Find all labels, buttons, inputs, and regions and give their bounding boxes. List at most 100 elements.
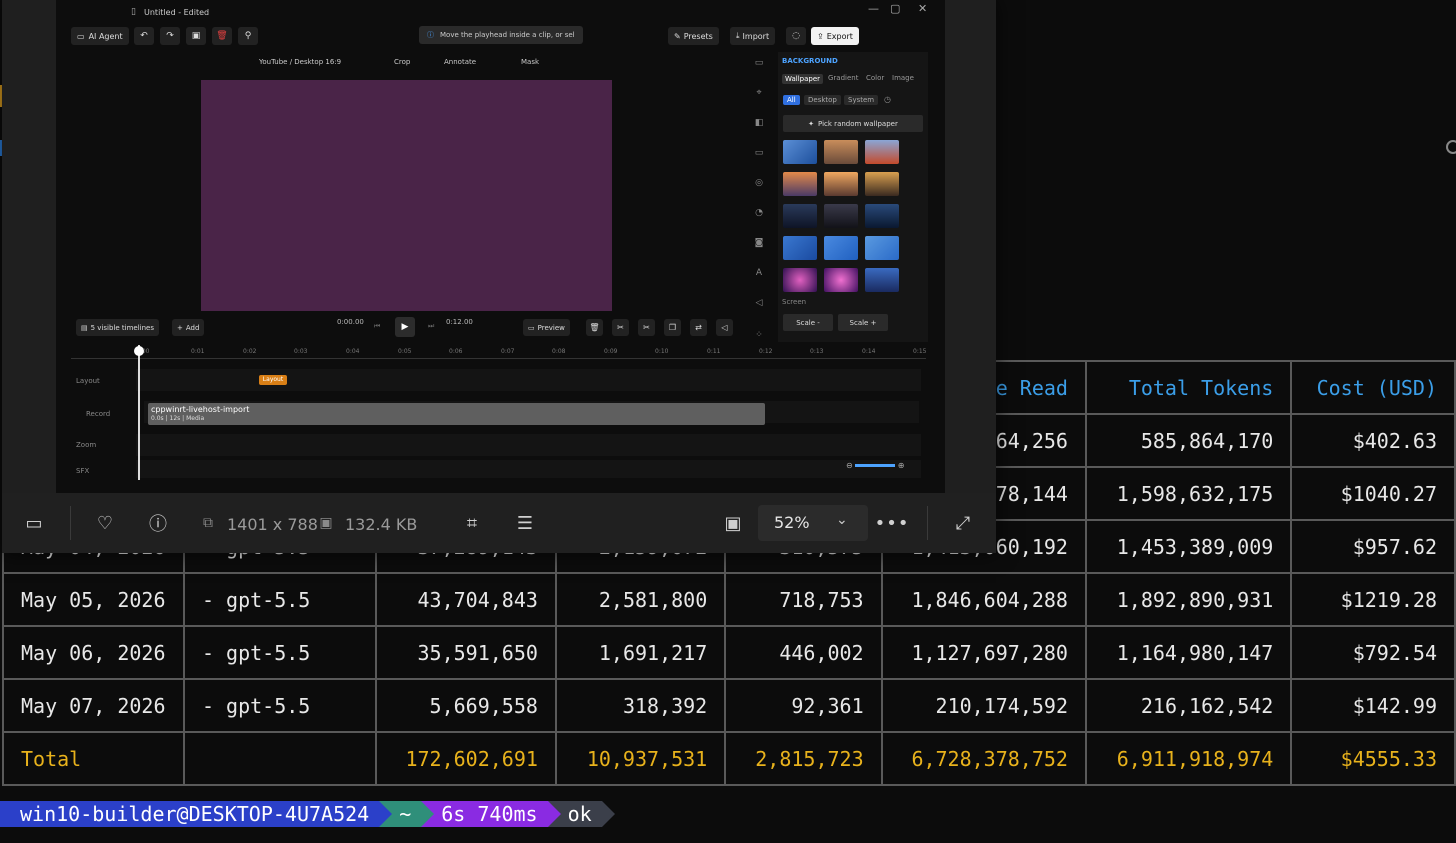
- hint-text: Move the playhead inside a clip, or sel: [440, 31, 575, 39]
- wallpaper-thumb[interactable]: [865, 268, 899, 292]
- tab-gradient[interactable]: Gradient: [828, 74, 858, 82]
- play-button[interactable]: ▶: [395, 317, 415, 337]
- camera-tool-icon[interactable]: ◙: [753, 238, 765, 248]
- text-tool-icon[interactable]: A: [753, 268, 765, 278]
- track-label-zoom: Zoom: [76, 441, 97, 449]
- annotate-button[interactable]: Annotate: [444, 58, 476, 66]
- wallpaper-thumb[interactable]: [783, 268, 817, 292]
- presets-button[interactable]: ✎ Presets: [668, 27, 719, 45]
- wallpaper-thumb[interactable]: [783, 140, 817, 164]
- wallpaper-thumb[interactable]: [783, 172, 817, 196]
- record-clip[interactable]: cppwinrt-livehost-import 0.0s | 12s | Me…: [148, 403, 765, 425]
- scale-up-button[interactable]: Scale +: [838, 314, 888, 331]
- mask-button[interactable]: Mask: [521, 58, 539, 66]
- sfx-track[interactable]: [136, 460, 921, 478]
- chip-system[interactable]: System: [844, 95, 879, 105]
- delete-icon[interactable]: 🗑: [212, 27, 232, 45]
- date-cell: May 06, 2026: [2, 625, 185, 680]
- wallpaper-thumb[interactable]: [865, 204, 899, 228]
- export-button[interactable]: ⇪ Export: [811, 27, 859, 45]
- layout-marker[interactable]: Layout: [259, 375, 287, 385]
- maximize-icon[interactable]: ▢: [890, 2, 900, 15]
- info-icon[interactable]: ⓘ: [147, 512, 169, 535]
- mute-icon[interactable]: ◁: [716, 319, 733, 336]
- wallpaper-thumb[interactable]: [824, 204, 858, 228]
- timeline-zoom-slider[interactable]: ⊖ ⊕: [846, 461, 905, 470]
- output-cell: 1,691,217: [554, 625, 727, 680]
- wallpaper-thumb[interactable]: [783, 236, 817, 260]
- wallpaper-thumb[interactable]: [865, 236, 899, 260]
- webcam-tool-icon[interactable]: ◧: [753, 118, 765, 128]
- cost-cell: $142.99: [1290, 678, 1456, 733]
- cost-cell: $402.63: [1290, 413, 1456, 468]
- layout-track[interactable]: [136, 369, 921, 391]
- heart-icon[interactable]: ♡: [94, 512, 116, 534]
- fullscreen-icon[interactable]: ⤢: [952, 512, 974, 534]
- undo-icon[interactable]: ↶: [134, 27, 154, 45]
- playhead-handle[interactable]: [134, 346, 144, 356]
- audio-tool-icon[interactable]: ◁: [753, 298, 765, 308]
- wallpaper-thumb[interactable]: [824, 172, 858, 196]
- timeline-ruler[interactable]: 0:00 0:01 0:02 0:03 0:04 0:05 0:06 0:07 …: [71, 345, 926, 359]
- grid-tool-icon[interactable]: ⁘: [753, 330, 765, 340]
- layers-icon: ▤: [81, 323, 88, 332]
- total-output: 10,937,531: [554, 731, 727, 786]
- preview-button[interactable]: ▭ Preview: [523, 319, 570, 336]
- save-project-icon[interactable]: ▣: [186, 27, 206, 45]
- zoom-track[interactable]: [136, 434, 921, 456]
- tab-wallpaper[interactable]: Wallpaper: [782, 74, 824, 84]
- crop-icon[interactable]: ⌗: [461, 512, 483, 534]
- ruler-tick: 0:02: [243, 348, 257, 355]
- next-frame-icon[interactable]: ⏭: [428, 322, 434, 331]
- wallpaper-thumb[interactable]: [824, 236, 858, 260]
- chip-desktop[interactable]: Desktop: [804, 95, 841, 105]
- trash-icon[interactable]: 🗑: [586, 319, 603, 336]
- caption-tool-icon[interactable]: ▭: [753, 148, 765, 158]
- import-button[interactable]: ⤓ Import: [730, 27, 776, 45]
- duplicate-icon[interactable]: ❐: [664, 319, 681, 336]
- screen-label: Screen: [782, 298, 807, 306]
- wallpaper-thumb[interactable]: [824, 268, 858, 292]
- timelines-button[interactable]: ▤ 5 visible timelines: [76, 319, 159, 336]
- monitor-icon: ▭: [77, 31, 85, 41]
- wallpaper-thumb[interactable]: [865, 140, 899, 164]
- redo-icon[interactable]: ↷: [160, 27, 180, 45]
- prompt-user-host: win10-builder@DESKTOP-4U7A524: [0, 801, 393, 827]
- cursor-tool-icon[interactable]: ⌖: [753, 88, 765, 98]
- comment-icon[interactable]: ◌: [786, 27, 806, 45]
- add-track-button[interactable]: + Add: [172, 319, 205, 336]
- prev-frame-icon[interactable]: ⏮: [374, 322, 380, 331]
- swap-icon[interactable]: ⇄: [690, 319, 707, 336]
- ai-agent-button[interactable]: ▭ AI Agent: [71, 27, 129, 45]
- date-cell: May 07, 2026: [2, 678, 185, 733]
- export-label: Export: [826, 31, 853, 41]
- split-icon[interactable]: ✂: [638, 319, 655, 336]
- playhead[interactable]: [138, 345, 140, 480]
- random-wallpaper-button[interactable]: ✦ Pick random wallpaper: [783, 115, 923, 132]
- minimize-icon[interactable]: —: [868, 2, 879, 15]
- video-canvas[interactable]: [201, 80, 612, 311]
- wallpaper-thumb[interactable]: [824, 140, 858, 164]
- close-icon[interactable]: ✕: [918, 2, 927, 15]
- tab-color[interactable]: Color: [866, 74, 884, 82]
- motion-tool-icon[interactable]: ◔: [753, 208, 765, 218]
- text-recognize-icon[interactable]: ☰: [514, 512, 536, 534]
- wallpaper-thumb[interactable]: [865, 172, 899, 196]
- ruler-tick: 0:14: [862, 348, 876, 355]
- wallpaper-thumb[interactable]: [783, 204, 817, 228]
- input-cell: 43,704,843: [374, 572, 557, 627]
- cut-icon[interactable]: ✂: [612, 319, 629, 336]
- crop-button[interactable]: Crop: [394, 58, 410, 66]
- aspect-select[interactable]: YouTube / Desktop 16:9: [259, 58, 341, 66]
- clock-icon[interactable]: ◷: [884, 95, 891, 104]
- background-tool-icon[interactable]: ▭: [753, 58, 765, 68]
- pin-icon[interactable]: ⚲: [238, 27, 258, 45]
- effects-tool-icon[interactable]: ◎: [753, 178, 765, 188]
- scale-down-button[interactable]: Scale -: [783, 314, 833, 331]
- tab-image[interactable]: Image: [892, 74, 914, 82]
- filmstrip-icon[interactable]: ▭: [23, 512, 45, 534]
- fit-screen-icon[interactable]: ▣: [722, 512, 744, 534]
- more-icon[interactable]: •••: [875, 512, 909, 534]
- zoom-select[interactable]: 52% ⌄: [758, 505, 868, 541]
- chip-all[interactable]: All: [783, 95, 800, 105]
